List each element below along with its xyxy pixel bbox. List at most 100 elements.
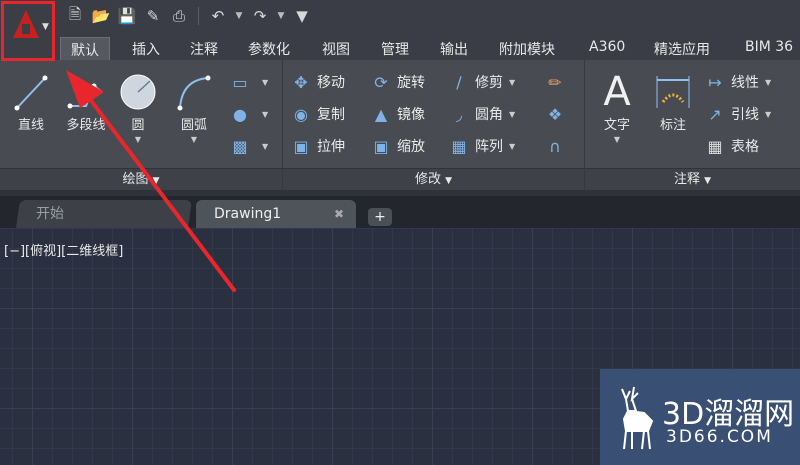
leader-icon: ↗ (708, 104, 722, 124)
line-label: 直线 (17, 118, 44, 133)
explode-icon: ❖ (547, 104, 563, 124)
circle-label: 圆 (131, 118, 145, 133)
line-button[interactable]: 直线 (8, 70, 54, 133)
tab-insert[interactable]: 插入 (132, 37, 160, 60)
fillet-button[interactable]: ◞ 圆角 ▼ (449, 104, 515, 124)
text-button[interactable]: A 文字 ▼ (593, 69, 641, 144)
tab-drawing1-label: Drawing1 (214, 206, 282, 222)
tab-view[interactable]: 视图 (322, 37, 350, 60)
copy-icon: ◉ (294, 104, 308, 124)
scale-label: 缩放 (397, 139, 425, 155)
rectangle-tool[interactable]: ▭ ▼ (230, 72, 268, 92)
trim-label: 修剪 (475, 75, 503, 91)
tab-output[interactable]: 输出 (440, 37, 468, 60)
polyline-button[interactable]: 多段线 (58, 70, 114, 133)
new-tab-button[interactable]: + (368, 208, 392, 226)
move-button[interactable]: ✥ 移动 (291, 72, 345, 92)
open-folder-icon[interactable]: 📂 (90, 5, 112, 27)
explode-button[interactable]: ❖ (545, 104, 571, 124)
trim-button[interactable]: ∕ 修剪 ▼ (449, 72, 515, 92)
application-menu-button[interactable]: ▼ (1, 1, 55, 61)
arc-label: 圆弧 (180, 118, 207, 133)
deer-logo-icon (621, 386, 654, 450)
annotation-panel: A 文字 ▼ 标注 ↦ 线性 ▼ ↗ 引线 ▼ ▦ 表格 注释 ▼ (585, 60, 800, 190)
undo-icon[interactable]: ↶ (207, 5, 229, 27)
chevron-down-icon: ▼ (152, 176, 160, 186)
annotation-panel-label[interactable]: 注释 ▼ (585, 168, 800, 190)
offset-button[interactable]: ∩ (545, 136, 571, 156)
arc-button[interactable]: 圆弧 ▼ (170, 70, 218, 144)
customize-icon[interactable]: ▼ (291, 5, 313, 27)
trim-icon: ∕ (456, 72, 462, 92)
redo-icon[interactable]: ↷ (249, 5, 271, 27)
boundary-tool[interactable]: ▩ ▼ (230, 136, 268, 156)
mirror-icon: ▲ (374, 104, 388, 124)
circle-icon (120, 74, 156, 110)
boundary-icon: ▩ (232, 136, 248, 156)
text-dropdown-icon[interactable]: ▼ (593, 135, 641, 144)
scale-icon: ▣ (373, 136, 389, 156)
table-label: 表格 (731, 139, 759, 155)
modify-panel-label[interactable]: 修改 ▼ (283, 168, 584, 190)
array-label: 阵列 (475, 139, 503, 155)
tab-start[interactable]: 开始 (16, 200, 192, 228)
watermark: 3D溜溜网 3D66.COM (600, 369, 800, 465)
polyline-label: 多段线 (66, 118, 106, 133)
draw-panel-label[interactable]: 绘图 ▼ (0, 168, 282, 190)
toolbar-separator (198, 7, 199, 25)
tab-default[interactable]: 默认 (60, 37, 110, 60)
tab-parametric[interactable]: 参数化 (248, 37, 290, 60)
array-button[interactable]: ▦ 阵列 ▼ (449, 136, 515, 156)
stretch-icon: ▣ (293, 136, 309, 156)
tab-addins[interactable]: 附加模块 (499, 37, 555, 60)
save-as-icon[interactable]: ✎ (142, 5, 164, 27)
tab-featured-apps[interactable]: 精选应用 (654, 37, 710, 60)
hatch-icon: ● (233, 104, 247, 124)
ribbon-tab-bar: 默认 插入 注释 参数化 视图 管理 输出 附加模块 A360 精选应用 BIM… (0, 32, 800, 60)
stretch-button[interactable]: ▣ 拉伸 (291, 136, 345, 156)
arc-dropdown-icon[interactable]: ▼ (170, 135, 218, 144)
leader-label: 引线 (731, 107, 759, 123)
dimension-button[interactable]: 标注 (649, 70, 697, 133)
scale-button[interactable]: ▣ 缩放 (371, 136, 425, 156)
chevron-down-icon: ▼ (509, 141, 516, 151)
dimension-label: 标注 (659, 118, 686, 133)
tab-manage[interactable]: 管理 (381, 37, 409, 60)
undo-dropdown-icon[interactable]: ▼ (233, 5, 245, 27)
leader-button[interactable]: ↗ 引线 ▼ (705, 104, 771, 124)
viewport-controls[interactable]: [−][俯视][二维线框] (4, 240, 123, 259)
autocad-window: { "quick_access":{"icons":["new-file-ico… (0, 0, 800, 465)
tab-drawing1[interactable]: Drawing1 ✖ (196, 200, 356, 228)
chevron-down-icon: ▼ (509, 109, 516, 119)
chevron-down-icon: ▼ (765, 77, 772, 87)
mirror-button[interactable]: ▲ 镜像 (371, 104, 425, 124)
ribbon: 直线 多段线 圆 ▼ 圆弧 ▼ ▭ ▼ ● ▼ ▩ ▼ 绘图 ▼ ✥ 移动 ⟳ 旋转 ∕ 修… (0, 60, 800, 190)
circle-button[interactable]: 圆 ▼ (116, 70, 160, 144)
tab-bim360[interactable]: BIM 36 (745, 37, 793, 60)
move-label: 移动 (317, 75, 345, 91)
tab-annotate[interactable]: 注释 (190, 37, 218, 60)
tab-a360[interactable]: A360 (589, 37, 625, 60)
circle-dropdown-icon[interactable]: ▼ (116, 135, 160, 144)
copy-button[interactable]: ◉ 复制 (291, 104, 345, 124)
draw-panel-title: 绘图 (122, 172, 149, 187)
print-icon[interactable]: ⎙ (168, 5, 190, 27)
document-tab-bar: 开始 Drawing1 ✖ + (0, 190, 800, 228)
hatch-tool[interactable]: ● ▼ (230, 104, 268, 124)
save-icon[interactable]: 💾 (116, 5, 138, 27)
table-button[interactable]: ▦ 表格 (705, 136, 759, 156)
erase-button[interactable]: ✏ (545, 72, 571, 92)
linear-dimension-button[interactable]: ↦ 线性 ▼ (705, 72, 771, 92)
close-icon[interactable]: ✖ (334, 200, 344, 228)
annotation-panel-title: 注释 (673, 172, 700, 187)
watermark-url: 3D66.COM (666, 427, 773, 447)
mirror-label: 镜像 (397, 107, 425, 123)
copy-label: 复制 (317, 107, 345, 123)
dimension-icon (656, 76, 690, 108)
stretch-label: 拉伸 (317, 139, 345, 155)
rotate-button[interactable]: ⟳ 旋转 (371, 72, 425, 92)
modify-panel: ✥ 移动 ⟳ 旋转 ∕ 修剪 ▼ ✏ ◉ 复制 ▲ 镜像 ◞ 圆角 ▼ ❖ ▣ 拉伸 ▣ 缩放 ▦ 阵… (283, 60, 585, 190)
erase-icon: ✏ (548, 72, 562, 92)
redo-dropdown-icon[interactable]: ▼ (275, 5, 287, 27)
new-file-icon[interactable]: 🗎 (64, 5, 86, 27)
